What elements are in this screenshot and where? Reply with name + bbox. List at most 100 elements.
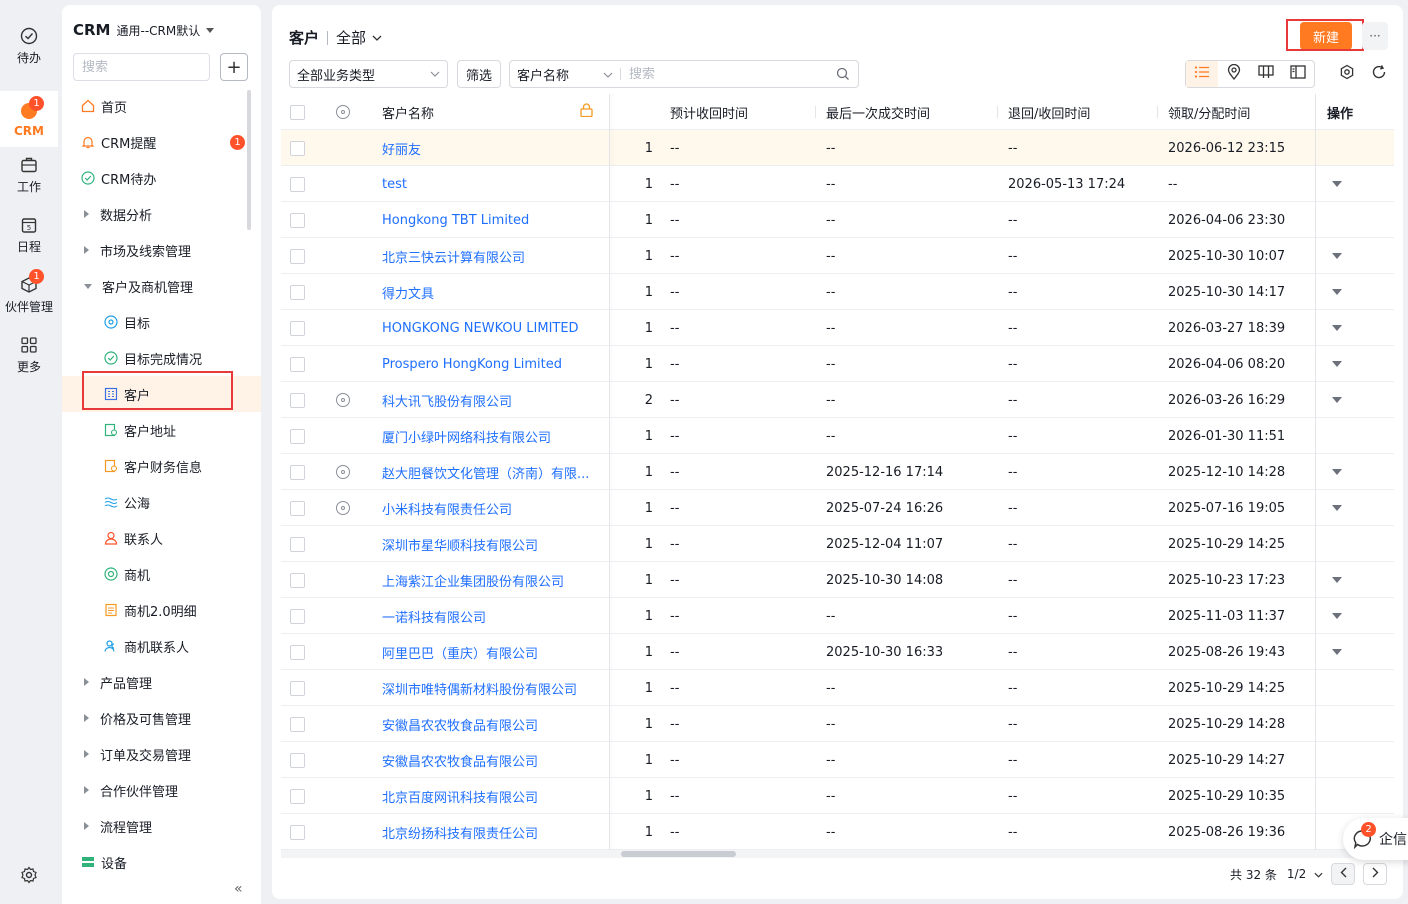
customer-name-link[interactable]: 厦门小绿叶网络科技有限公司 bbox=[382, 418, 592, 454]
customer-name-link[interactable]: 科大讯飞股份有限公司 bbox=[382, 382, 592, 418]
sidebar-group-partners[interactable]: 合作伙伴管理 bbox=[62, 772, 261, 808]
select-all-checkbox[interactable] bbox=[290, 104, 305, 120]
customer-name-link[interactable]: 一诺科技有限公司 bbox=[382, 598, 592, 634]
table-row[interactable]: 北京三快云计算有限公司 1 -- -- -- 2025-10-30 10:07 bbox=[281, 238, 1394, 274]
sidebar-item-customer-finance[interactable]: 客户财务信息 bbox=[62, 448, 261, 484]
table-row[interactable]: 安徽昌农农牧食品有限公司 1 -- -- -- 2025-10-29 14:28 bbox=[281, 706, 1394, 742]
row-checkbox[interactable] bbox=[290, 176, 305, 192]
row-checkbox[interactable] bbox=[290, 752, 305, 768]
rail-item-calendar[interactable]: 5 日程 bbox=[0, 207, 58, 263]
col-header-last-deal[interactable]: 最后一次成交时间 bbox=[826, 94, 996, 130]
split-view-button[interactable] bbox=[1282, 61, 1314, 87]
sidebar-item-contacts[interactable]: 联系人 bbox=[62, 520, 261, 556]
caret-down-icon[interactable] bbox=[1332, 649, 1342, 655]
row-checkbox[interactable] bbox=[290, 320, 305, 336]
col-header-returned[interactable]: 退回/收回时间 bbox=[1008, 94, 1158, 130]
biz-type-select[interactable]: 全部业务类型 bbox=[289, 60, 448, 88]
table-row[interactable]: 安徽昌农农牧食品有限公司 1 -- -- -- 2025-10-29 14:27 bbox=[281, 742, 1394, 778]
table-row[interactable]: Prospero HongKong Limited 1 -- -- -- 2026-04-… bbox=[281, 346, 1394, 382]
caret-down-icon[interactable] bbox=[1332, 613, 1342, 619]
customer-name-link[interactable]: 深圳市星华顺科技有限公司 bbox=[382, 526, 592, 562]
rail-item-partner[interactable]: 1 伙伴管理 bbox=[0, 267, 58, 323]
row-checkbox[interactable] bbox=[290, 284, 305, 300]
customer-name-link[interactable]: 阿里巴巴（重庆）有限公司 bbox=[382, 634, 592, 670]
customer-name-link[interactable]: test bbox=[382, 166, 592, 202]
rail-item-work[interactable]: 工作 bbox=[0, 147, 58, 203]
refresh-button[interactable] bbox=[1370, 65, 1388, 83]
col-divider[interactable] bbox=[997, 106, 998, 118]
horizontal-scroll-track[interactable] bbox=[281, 850, 1394, 858]
row-checkbox[interactable] bbox=[290, 140, 305, 156]
col-divider[interactable] bbox=[815, 106, 816, 118]
sidebar-group-process[interactable]: 流程管理 bbox=[62, 808, 261, 844]
new-button[interactable]: 新建 bbox=[1300, 22, 1352, 50]
sidebar-item-opportunity-detail[interactable]: 商机2.0明细 bbox=[62, 592, 261, 628]
sidebar-item-crm-todo[interactable]: CRM待办 bbox=[62, 160, 261, 196]
filter-button[interactable]: 筛选 bbox=[457, 60, 501, 88]
row-checkbox[interactable] bbox=[290, 680, 305, 696]
sidebar-collapse-button[interactable]: « bbox=[234, 881, 243, 897]
caret-down-icon[interactable] bbox=[1332, 253, 1342, 259]
customer-name-link[interactable]: 安徽昌农农牧食品有限公司 bbox=[382, 706, 592, 742]
chevron-down-icon[interactable] bbox=[372, 31, 382, 44]
table-row[interactable]: 北京纷扬科技有限责任公司 1 -- -- -- 2025-08-26 19:36 bbox=[281, 814, 1394, 850]
rail-settings[interactable] bbox=[0, 847, 58, 903]
sidebar-item-customer[interactable]: 客户 bbox=[62, 376, 261, 412]
customer-name-link[interactable]: 好丽友 bbox=[382, 130, 592, 166]
row-checkbox[interactable] bbox=[290, 788, 305, 804]
column-settings-button[interactable] bbox=[1338, 64, 1356, 83]
map-view-button[interactable] bbox=[1218, 61, 1250, 87]
caret-down-icon[interactable] bbox=[1332, 505, 1342, 511]
table-row[interactable]: 北京百度网讯科技有限公司 1 -- -- -- 2025-10-29 10:35 bbox=[281, 778, 1394, 814]
table-row[interactable]: 好丽友 1 -- -- -- 2026-06-12 23:15 bbox=[281, 130, 1394, 166]
rail-item-crm[interactable]: 1 CRM bbox=[0, 91, 58, 147]
more-button[interactable]: ··· bbox=[1362, 22, 1388, 50]
search-icon[interactable] bbox=[836, 67, 850, 81]
row-checkbox[interactable] bbox=[290, 716, 305, 732]
search-field-select[interactable]: 客户名称 bbox=[510, 65, 620, 84]
sidebar-group-customer-opportunity[interactable]: 客户及商机管理 bbox=[62, 268, 261, 304]
sidebar-search-input[interactable] bbox=[73, 53, 210, 81]
customer-name-link[interactable]: 上海紫江企业集团股份有限公司 bbox=[382, 562, 592, 598]
customer-name-link[interactable]: 小米科技有限责任公司 bbox=[382, 490, 592, 526]
search-input[interactable] bbox=[629, 66, 836, 82]
caret-down-icon[interactable] bbox=[1332, 361, 1342, 367]
sidebar-item-customer-address[interactable]: 客户地址 bbox=[62, 412, 261, 448]
list-view-button[interactable] bbox=[1186, 61, 1218, 87]
table-row[interactable]: 深圳市唯特偶新材料股份有限公司 1 -- -- -- 2025-10-29 14:25 bbox=[281, 670, 1394, 706]
sidebar-add-button[interactable]: + bbox=[220, 53, 248, 81]
sidebar-item-device[interactable]: 设备 bbox=[62, 844, 261, 880]
row-checkbox[interactable] bbox=[290, 392, 305, 408]
caret-down-icon[interactable] bbox=[1332, 289, 1342, 295]
row-checkbox[interactable] bbox=[290, 500, 305, 516]
customer-name-link[interactable]: 赵大胆餐饮文化管理（济南）有限... bbox=[382, 454, 592, 490]
table-row[interactable]: Hongkong TBT Limited 1 -- -- -- 2026-04-06 23… bbox=[281, 202, 1394, 238]
row-checkbox[interactable] bbox=[290, 824, 305, 840]
row-checkbox[interactable] bbox=[290, 572, 305, 588]
next-page-button[interactable] bbox=[1363, 863, 1388, 885]
prev-page-button[interactable] bbox=[1331, 863, 1356, 885]
customer-name-link[interactable]: Prospero HongKong Limited bbox=[382, 346, 592, 382]
qixin-chat-button[interactable]: 2 企信 bbox=[1343, 818, 1408, 860]
caret-down-icon[interactable] bbox=[1332, 325, 1342, 331]
sidebar-item-home[interactable]: 首页 bbox=[62, 88, 261, 124]
sidebar-item-opportunity[interactable]: 商机 bbox=[62, 556, 261, 592]
sidebar-item-target-progress[interactable]: 目标完成情况 bbox=[62, 340, 261, 376]
row-checkbox[interactable] bbox=[290, 248, 305, 264]
kanban-view-button[interactable] bbox=[1250, 61, 1282, 87]
row-checkbox[interactable] bbox=[290, 608, 305, 624]
sidebar-group-product[interactable]: 产品管理 bbox=[62, 664, 261, 700]
app-switcher[interactable]: CRM 通用--CRM默认 bbox=[73, 21, 215, 39]
customer-name-link[interactable]: 深圳市唯特偶新材料股份有限公司 bbox=[382, 670, 592, 706]
view-switcher[interactable]: 全部 bbox=[336, 27, 366, 48]
rail-item-todo[interactable]: 待办 bbox=[0, 18, 58, 74]
table-row[interactable]: 阿里巴巴（重庆）有限公司 1 -- 2025-10-30 16:33 -- 2025-08… bbox=[281, 634, 1394, 670]
table-row[interactable]: 科大讯飞股份有限公司 2 -- -- -- 2026-03-26 16:29 bbox=[281, 382, 1394, 418]
customer-name-link[interactable]: 安徽昌农农牧食品有限公司 bbox=[382, 742, 592, 778]
page-select[interactable]: 1/2 bbox=[1287, 867, 1323, 881]
sidebar-item-target[interactable]: 目标 bbox=[62, 304, 261, 340]
sidebar-group-marketing[interactable]: 市场及线索管理 bbox=[62, 232, 261, 268]
sidebar-item-crm-reminder[interactable]: CRM提醒 1 bbox=[62, 124, 261, 160]
table-row[interactable]: 一诺科技有限公司 1 -- -- -- 2025-11-03 11:37 bbox=[281, 598, 1394, 634]
row-checkbox[interactable] bbox=[290, 536, 305, 552]
